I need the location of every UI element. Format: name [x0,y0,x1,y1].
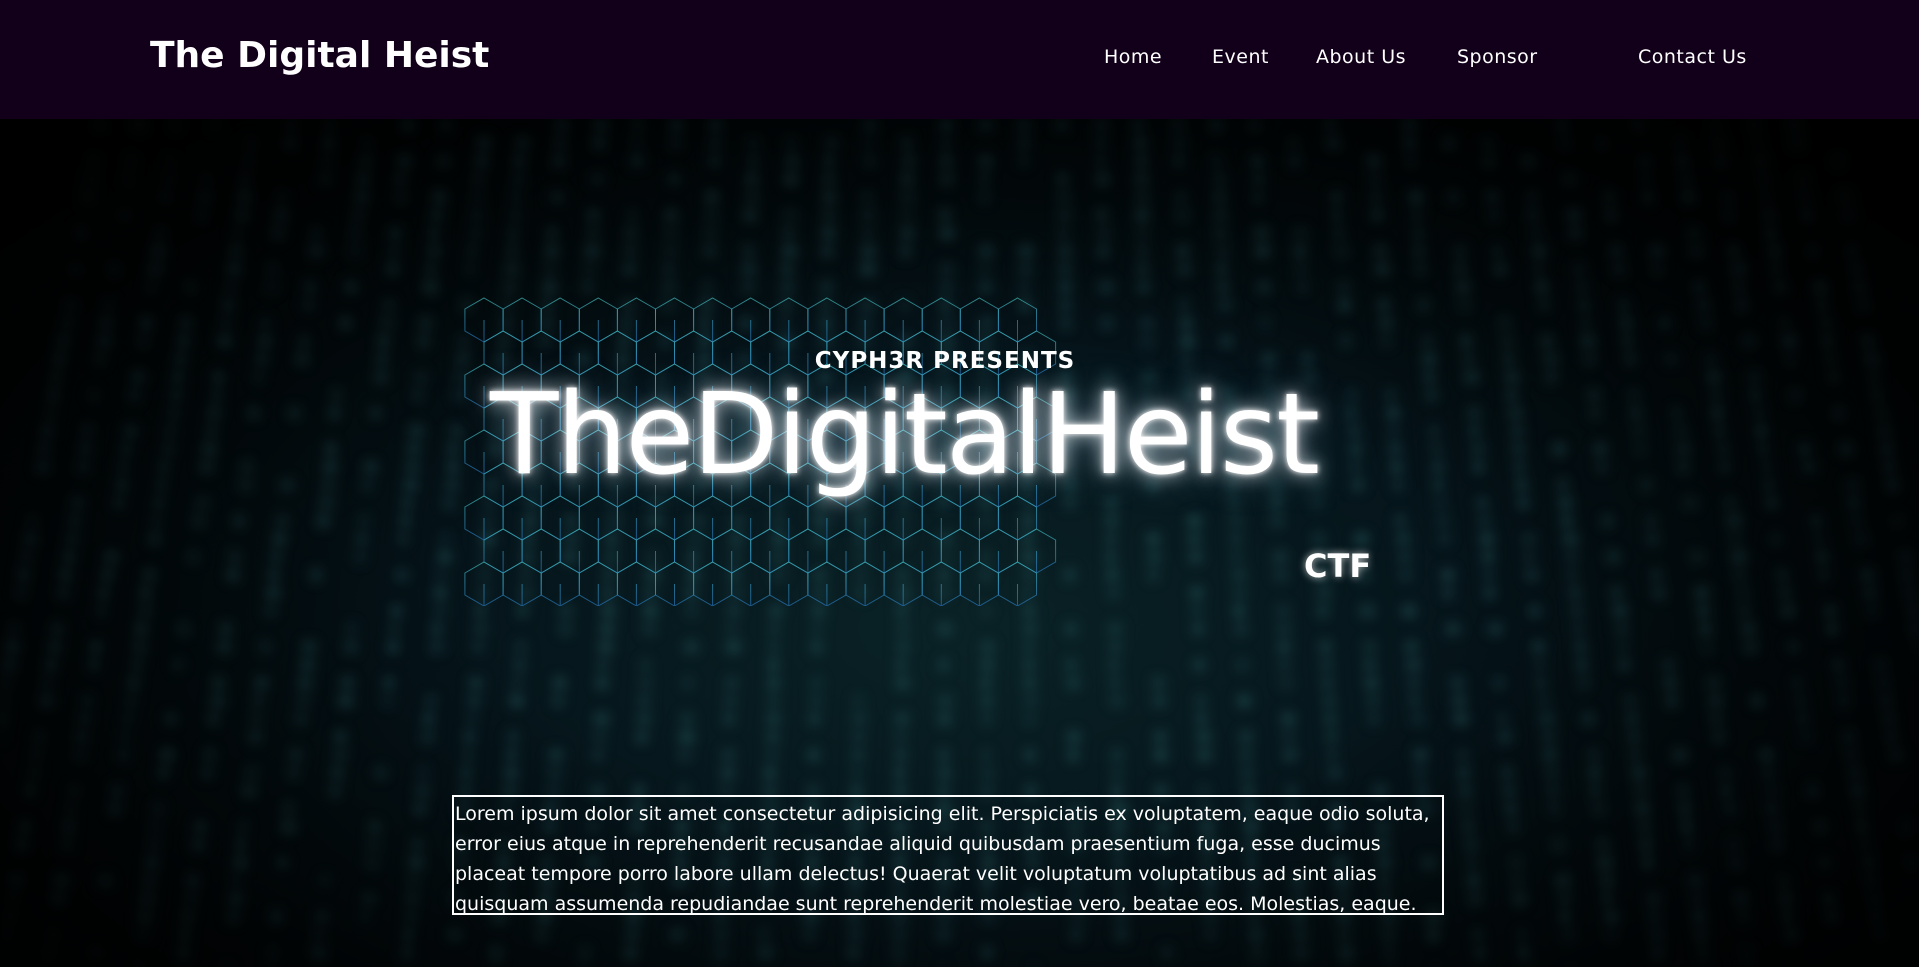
event-description: Lorem ipsum dolor sit amet consectetur a… [452,795,1444,915]
nav-link-event[interactable]: Event [1212,44,1269,70]
nav-link-contact-us[interactable]: Contact Us [1638,44,1747,70]
top-navbar: The Digital Heist Home Event About Us Sp… [0,0,1919,119]
logo-title: TheDigitalHeist [490,370,1320,500]
site-brand[interactable]: The Digital Heist [150,32,489,80]
nav-link-sponsor[interactable]: Sponsor [1457,44,1538,70]
nav-link-about-us[interactable]: About Us [1316,44,1406,70]
nav-link-home[interactable]: Home [1104,44,1162,70]
event-logo: CYPH3R PRESENTS TheDigitalHeist CTF [450,296,1440,606]
ctf-label: CTF [1304,547,1372,585]
